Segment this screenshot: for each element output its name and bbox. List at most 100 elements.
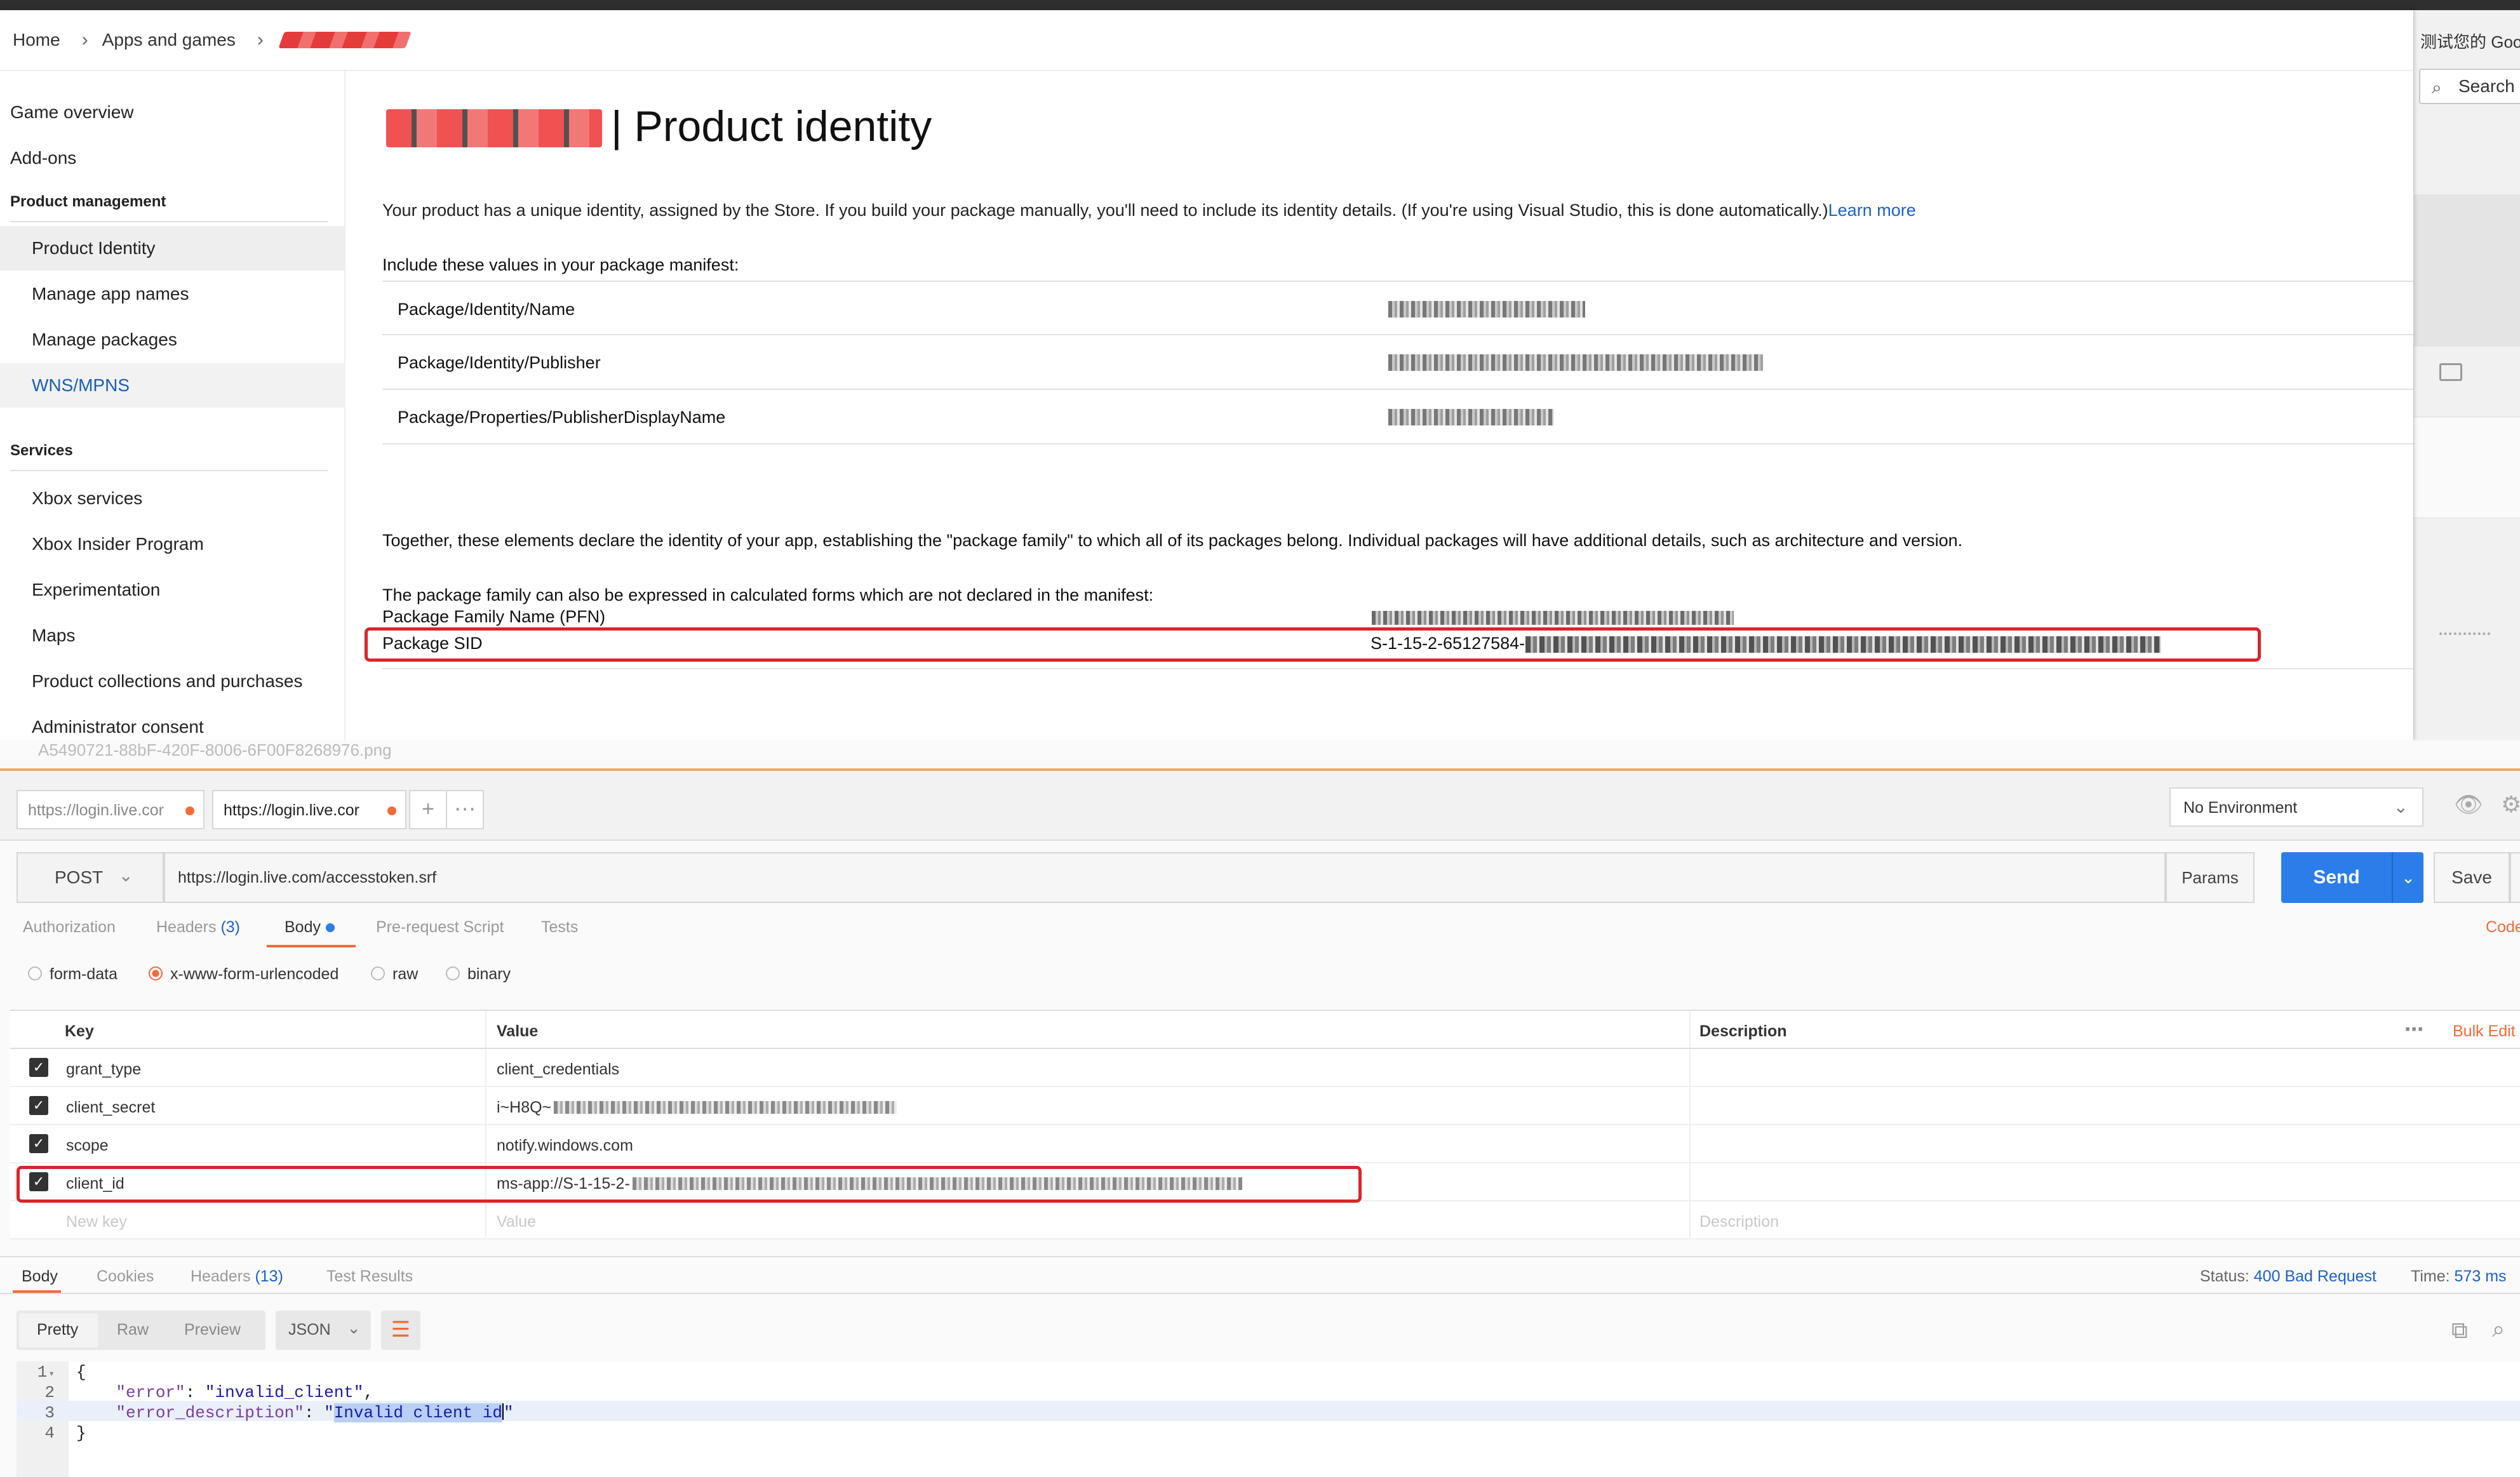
table-row: ✓ scope notify.windows.com [10, 1125, 2520, 1163]
method-select[interactable]: POST ⌄ [17, 852, 164, 903]
column-divider [485, 1125, 486, 1162]
bulk-edit-link[interactable]: Bulk Edit [2453, 1022, 2516, 1041]
radio-urlencoded[interactable]: x-www-form-urlencoded [149, 965, 338, 984]
response-tab-test-results[interactable]: Test Results [326, 1267, 413, 1286]
tab-body[interactable]: Body [285, 918, 335, 937]
breadcrumb-redacted-app-name[interactable] [278, 32, 412, 48]
identity-row: Package/Identity/Publisher [382, 335, 2413, 390]
request-tab-active[interactable]: https://login.live.cor [212, 790, 406, 829]
identity-key: Package/Properties/PublisherDisplayName [398, 408, 726, 427]
response-tab-headers[interactable]: Headers (13) [191, 1267, 283, 1286]
more-tabs-button[interactable]: ⋯ [446, 790, 484, 829]
sidebar-item-xbox-services[interactable]: Xbox services [0, 476, 345, 521]
radio-icon [28, 966, 42, 980]
sidebar: Game overview Add-ons Product management… [0, 71, 345, 740]
learn-more-link[interactable]: Learn more [1828, 201, 1916, 220]
table-row: ✓ client_secret i~H8Q~ [10, 1087, 2520, 1125]
breadcrumb-apps-and-games[interactable]: Apps and games [102, 30, 236, 50]
sidebar-item-product-identity[interactable]: Product Identity [0, 226, 345, 271]
radio-icon [446, 966, 460, 980]
redacted-app-name [386, 109, 602, 147]
format-select[interactable]: JSON ⌄ [276, 1311, 371, 1350]
column-description: Description [1699, 1022, 1787, 1040]
response-status: Status: 400 Bad Request [2200, 1267, 2376, 1286]
radio-binary[interactable]: binary [446, 965, 511, 984]
sidebar-item-manage-packages[interactable]: Manage packages [0, 317, 345, 362]
tab-tests[interactable]: Tests [541, 918, 578, 937]
tab-body-label: Body [285, 918, 321, 936]
column-divider [485, 1011, 486, 1048]
row-value-cell[interactable]: i~H8Q~ [497, 1099, 897, 1117]
radio-raw[interactable]: raw [371, 965, 418, 984]
radio-form-data[interactable]: form-data [28, 965, 117, 984]
url-input[interactable]: https://login.live.com/accesstoken.srf [164, 852, 2166, 903]
row-key[interactable]: grant_type [66, 1060, 141, 1079]
column-key: Key [65, 1022, 94, 1040]
sidebar-item-add-ons[interactable]: Add-ons [0, 136, 345, 180]
request-section-tabs: Authorization Headers (3) Body Pre-reque… [0, 913, 2520, 949]
row-key[interactable]: client_secret [66, 1099, 155, 1117]
column-divider [1689, 1163, 1691, 1200]
identity-table: Package/Identity/Name Package/Identity/P… [382, 281, 2413, 444]
sidebar-item-xbox-insider-program[interactable]: Xbox Insider Program [0, 522, 345, 566]
breadcrumb-home[interactable]: Home [13, 30, 60, 50]
more-options-icon[interactable]: ⋯ [2404, 1019, 2423, 1041]
sidebar-divider [10, 221, 328, 222]
time-label: Time: [2411, 1267, 2450, 1285]
environment-select[interactable]: No Environment ⌄ [2169, 787, 2423, 827]
background-tab-title[interactable]: 测试您的 Goog [2420, 29, 2520, 53]
tab-headers[interactable]: Headers (3) [156, 918, 240, 937]
checkbox-checked-icon[interactable]: ✓ [29, 1134, 48, 1153]
sidebar-item-maps[interactable]: Maps [0, 613, 345, 658]
sidebar-item-manage-app-names[interactable]: Manage app names [0, 272, 345, 316]
params-button[interactable]: Params [2166, 852, 2255, 903]
chevron-down-icon: ⌄ [2393, 797, 2408, 817]
table-row: ✓ grant_type client_credentials [10, 1049, 2520, 1087]
sidebar-item-game-overview[interactable]: Game overview [0, 90, 345, 135]
gear-icon[interactable]: ⚙ [2501, 791, 2520, 818]
response-body-editor[interactable]: 1 ▾ 2 3 4 { "error": "invalid_client", "e… [17, 1361, 2520, 1477]
checkbox-checked-icon[interactable]: ✓ [29, 1096, 48, 1115]
background-search-box[interactable]: ⌕ Search [2419, 69, 2520, 104]
radio-label: raw [392, 965, 419, 983]
save-button[interactable]: Save [2434, 852, 2510, 903]
code-link[interactable]: Code [2486, 918, 2520, 937]
sidebar-item-wns-mpns[interactable]: WNS/MPNS [0, 363, 345, 408]
background-panel [2414, 194, 2520, 347]
table-header: Key Value Description ⋯ Bulk Edit [10, 1011, 2520, 1049]
view-preview[interactable]: Preview [184, 1321, 241, 1339]
row-value[interactable]: notify.windows.com [497, 1137, 633, 1155]
row-value[interactable]: client_credentials [497, 1060, 619, 1079]
wrap-lines-icon[interactable]: ☰ [381, 1311, 420, 1350]
send-button[interactable]: Send [2281, 852, 2392, 903]
new-value-input[interactable]: Value [497, 1213, 536, 1231]
new-description-input[interactable]: Description [1699, 1213, 1779, 1231]
tab-authorization[interactable]: Authorization [23, 918, 116, 937]
view-pretty[interactable]: Pretty [37, 1321, 78, 1339]
fold-arrow-icon[interactable]: ▾ [48, 1368, 55, 1380]
identity-value-redacted [1388, 409, 1553, 425]
line-number: 4 [44, 1424, 55, 1443]
response-tab-body[interactable]: Body [22, 1267, 58, 1286]
response-tab-cookies[interactable]: Cookies [97, 1267, 154, 1286]
tab-prerequest-script[interactable]: Pre-request Script [376, 918, 504, 937]
send-dropdown-button[interactable]: ⌄ [2392, 852, 2423, 903]
sidebar-item-product-collections[interactable]: Product collections and purchases [0, 659, 345, 704]
identity-row: Package/Identity/Name [382, 281, 2413, 335]
package-sid-highlight-box [365, 627, 2261, 662]
search-icon[interactable]: ⌕ [2492, 1316, 2505, 1343]
json-value-quote: " [503, 1403, 514, 1422]
copy-icon[interactable]: ⧉ [2451, 1317, 2468, 1344]
row-key[interactable]: scope [66, 1137, 109, 1155]
modified-dot [325, 923, 335, 932]
new-tab-button[interactable]: + [409, 790, 447, 829]
request-tab-label: https://login.live.cor [28, 801, 164, 819]
sidebar-item-experimentation[interactable]: Experimentation [0, 568, 345, 612]
new-key-input[interactable]: New key [66, 1213, 127, 1231]
request-tab[interactable]: https://login.live.cor [17, 790, 204, 829]
view-raw[interactable]: Raw [117, 1321, 149, 1339]
save-dropdown-button[interactable]: ⌄ [2510, 852, 2520, 903]
eye-icon[interactable]: 👁 [2451, 791, 2486, 822]
checkbox-checked-icon[interactable]: ✓ [29, 1058, 48, 1077]
tab-headers-count: (3) [220, 918, 241, 936]
